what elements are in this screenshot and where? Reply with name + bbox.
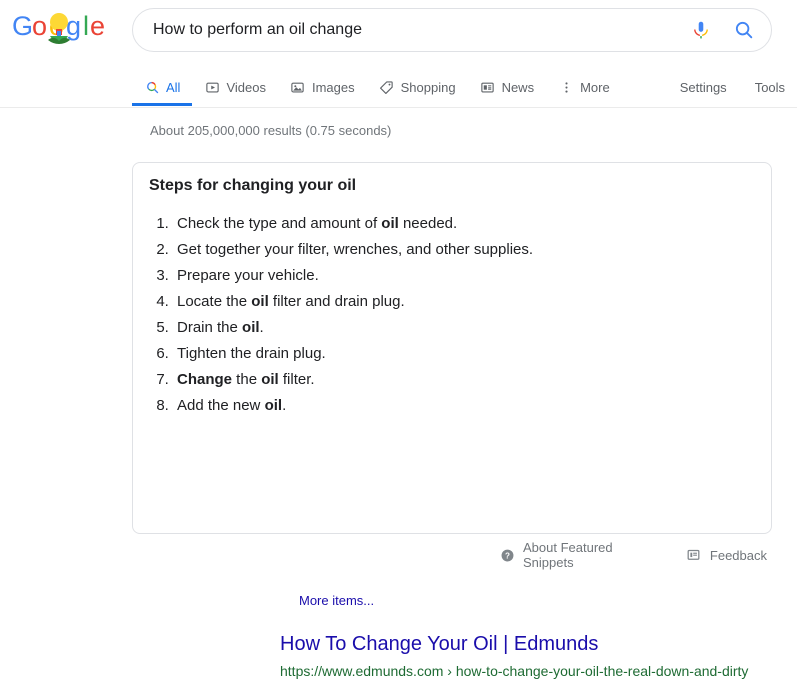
microphone-icon[interactable] [681, 10, 721, 50]
tab-label: More [580, 79, 610, 95]
svg-text:?: ? [505, 551, 510, 560]
nav-separator [0, 107, 797, 108]
settings-button[interactable]: Settings [666, 68, 741, 106]
featured-snippet-title: Steps for changing your oil [149, 177, 357, 194]
feedback-link[interactable]: Feedback [686, 547, 767, 563]
svg-text:o: o [32, 11, 47, 41]
step-item: Tighten the drain plug. [173, 341, 755, 367]
step-item: Check the type and amount of oil needed. [173, 211, 755, 237]
tab-news[interactable]: News [468, 68, 547, 106]
step-item: Locate the oil filter and drain plug. [173, 289, 755, 315]
tab-images[interactable]: Images [278, 68, 367, 106]
image-icon [290, 79, 306, 95]
flag-icon [686, 547, 702, 563]
featured-snippet-footer: ? About Featured Snippets Feedback [500, 540, 797, 570]
svg-text:e: e [90, 11, 104, 41]
active-tab-indicator [132, 103, 193, 106]
featured-snippet-card: Steps for changing your oil Check the ty… [132, 162, 772, 679]
step-item: Get together your filter, wrenches, and … [173, 237, 755, 263]
svg-text:l: l [83, 11, 89, 41]
feedback-label: Feedback [709, 547, 767, 563]
help-circle-icon: ? [500, 547, 515, 563]
tab-label: Videos [226, 79, 266, 95]
more-vertical-icon [558, 79, 574, 95]
google-doodle-logo[interactable]: G o o g l e [12, 11, 105, 45]
settings-label: Settings [679, 79, 727, 95]
results-count: About 205,000,000 results (0.75 seconds) [150, 123, 392, 138]
tab-label: All [166, 79, 181, 95]
featured-snippet-steps: Check the type and amount of oil needed.… [149, 211, 755, 419]
result-title-link[interactable]: How To Change Your Oil | Edmunds [280, 633, 598, 656]
video-icon [204, 79, 220, 95]
newspaper-icon [480, 79, 496, 95]
step-item: Add the new oil. [173, 393, 755, 419]
svg-text:G: G [12, 11, 33, 41]
tools-button[interactable]: Tools [741, 68, 797, 106]
tab-label: News [501, 79, 535, 95]
about-featured-snippets-link[interactable]: ? About Featured Snippets [500, 540, 656, 570]
tab-label: Images [311, 79, 355, 95]
tab-shopping[interactable]: Shopping [367, 68, 468, 106]
tab-more[interactable]: More [546, 68, 622, 106]
tab-videos[interactable]: Videos [192, 68, 278, 106]
about-featured-snippets-label: About Featured Snippets [523, 540, 613, 570]
tab-label: Shopping [400, 79, 456, 95]
step-item: Prepare your vehicle. [173, 263, 755, 289]
search-submit-icon[interactable] [721, 10, 767, 50]
step-item: Change the oil filter. [173, 367, 755, 393]
search-tabs: All Videos Images Shopping News More Set… [132, 68, 797, 108]
tools-label: Tools [754, 79, 786, 95]
nav-right-group: Settings Tools [666, 68, 797, 106]
search-header: G o o g l e [0, 0, 797, 108]
search-icon [144, 79, 160, 95]
search-input[interactable] [133, 9, 681, 51]
tag-icon [379, 79, 395, 95]
tab-all[interactable]: All [132, 68, 193, 106]
more-items-link[interactable]: More items... [299, 593, 374, 608]
search-bar[interactable] [132, 8, 772, 52]
step-item: Drain the oil. [173, 315, 755, 341]
svg-text:g: g [66, 11, 81, 41]
result-url[interactable]: https://www.edmunds.com › how-to-change-… [280, 663, 748, 679]
